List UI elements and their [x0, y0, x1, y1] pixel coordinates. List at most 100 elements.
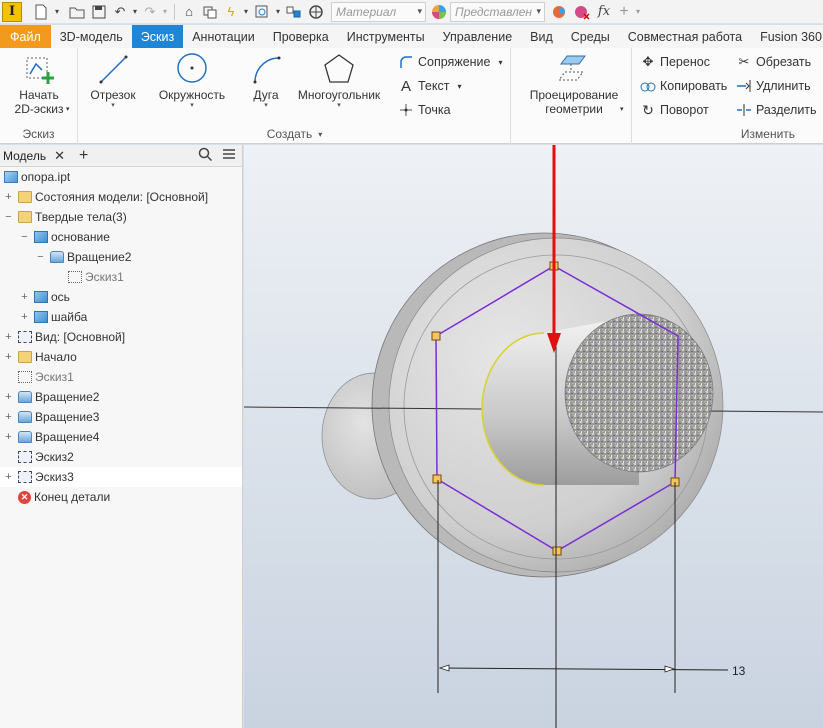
tree-item-sketch1[interactable]: Эскиз1	[0, 367, 242, 387]
fillet-label: Сопряжение	[418, 55, 491, 69]
measure-icon[interactable]	[251, 2, 273, 22]
shaft-end-face[interactable]	[564, 313, 714, 473]
tab-sketch[interactable]: Эскиз	[131, 25, 184, 48]
rotate-button[interactable]: ↻ Поворот	[639, 101, 709, 119]
create-group-label[interactable]: Создать ▾	[79, 127, 510, 141]
arc-button[interactable]: Дуга ▾	[243, 52, 289, 110]
expand-icon[interactable]: +	[20, 291, 29, 302]
tree-item-revolve3[interactable]: + Вращение3	[0, 407, 242, 427]
collapse-icon[interactable]: −	[36, 251, 45, 262]
tab-file[interactable]: Файл	[0, 25, 51, 48]
text-button[interactable]: A Текст ▾	[397, 77, 462, 95]
point-label: Точка	[418, 103, 451, 117]
expand-icon[interactable]: +	[4, 471, 13, 482]
tree-item-sketch1-nested[interactable]: Эскиз1	[0, 267, 242, 287]
menu-icon[interactable]	[222, 147, 236, 164]
tree-item-revolve2[interactable]: + Вращение2	[0, 387, 242, 407]
close-icon[interactable]: ✕	[54, 148, 65, 164]
undo-dropdown-icon[interactable]: ▾	[130, 2, 140, 22]
tab-3d-model[interactable]: 3D-модель	[51, 25, 132, 48]
customize-dropdown-icon[interactable]: ▾	[633, 2, 643, 22]
sketch-point[interactable]	[431, 331, 441, 341]
sketch-point[interactable]	[552, 546, 562, 556]
tab-view[interactable]: Вид	[521, 25, 562, 48]
tree-item-end-of-part[interactable]: ✕ Конец детали	[0, 487, 242, 507]
search-icon[interactable]	[198, 147, 213, 164]
add-icon[interactable]: +	[615, 2, 633, 22]
redo-dropdown-icon[interactable]: ▾	[160, 2, 170, 22]
dimension-line[interactable]	[439, 667, 729, 671]
tab-environments[interactable]: Среды	[562, 25, 619, 48]
update-icon[interactable]: ϟ	[221, 2, 241, 22]
graphics-viewport[interactable]: 13	[244, 145, 823, 728]
undo-icon[interactable]: ↶	[110, 2, 130, 22]
appearance-wheel-icon[interactable]	[428, 2, 450, 22]
chevron-down-icon: ▾	[318, 129, 323, 139]
trim-button[interactable]: ✂ Обрезать	[735, 53, 812, 71]
app-logo[interactable]: I	[2, 1, 22, 22]
sketch-point[interactable]	[432, 474, 442, 484]
expand-icon[interactable]: +	[4, 191, 13, 202]
tree-item-body-base[interactable]: − основание	[0, 227, 242, 247]
dimension-value[interactable]: 13	[732, 664, 746, 678]
split-button[interactable]: Разделить	[735, 101, 817, 119]
tree-item-revolve4[interactable]: + Вращение4	[0, 427, 242, 447]
extend-button[interactable]: Удлинить	[735, 77, 811, 95]
expand-icon[interactable]: +	[4, 411, 13, 422]
tab-annotate[interactable]: Аннотации	[183, 25, 263, 48]
clear-appearance-icon[interactable]	[571, 2, 593, 22]
move-button[interactable]: ✥ Перенос	[639, 53, 710, 71]
collapse-icon[interactable]: −	[20, 231, 29, 242]
tree-item-solid-bodies[interactable]: − Твердые тела(3)	[0, 207, 242, 227]
select-filter-icon[interactable]	[283, 2, 305, 22]
appearance-select[interactable]: Представлен ▾	[450, 1, 545, 22]
tree-item-body-washer[interactable]: + шайба	[0, 307, 242, 327]
material-select[interactable]: Материал ▾	[331, 1, 426, 22]
new-dropdown-icon[interactable]: ▾	[52, 2, 62, 22]
tree-item-sketch2[interactable]: Эскиз2	[0, 447, 242, 467]
polygon-button[interactable]: Многоугольник ▾	[293, 52, 385, 110]
start-sketch-dropdown-icon[interactable]: ▾	[66, 100, 70, 118]
expand-icon[interactable]: +	[4, 351, 13, 362]
copy-button[interactable]: Копировать	[639, 77, 727, 95]
project-dropdown-icon[interactable]: ▾	[620, 100, 624, 118]
expand-icon[interactable]: +	[4, 431, 13, 442]
tab-fusion360[interactable]: Fusion 360	[751, 25, 823, 48]
browser-tab-model[interactable]: Модель	[3, 149, 46, 163]
expand-icon[interactable]: +	[4, 331, 13, 342]
add-browser-icon[interactable]: +	[79, 147, 88, 165]
tree-item-origin[interactable]: + Начало	[0, 347, 242, 367]
expand-icon[interactable]: +	[4, 391, 13, 402]
sketch-icon	[18, 451, 32, 463]
project-geometry-button[interactable]: Проецирование геометрии	[526, 52, 622, 116]
collapse-icon[interactable]: −	[4, 211, 13, 222]
fillet-button[interactable]: Сопряжение ▾	[397, 53, 503, 71]
tab-inspect[interactable]: Проверка	[264, 25, 338, 48]
expand-icon[interactable]: +	[20, 311, 29, 322]
measure-dropdown-icon[interactable]: ▾	[273, 2, 283, 22]
redo-icon[interactable]: ↷	[140, 2, 160, 22]
home-icon[interactable]: ⌂	[179, 2, 199, 22]
tree-item-view[interactable]: + Вид: [Основной]	[0, 327, 242, 347]
tree-item-model-states[interactable]: + Состояния модели: [Основной]	[0, 187, 242, 207]
move-icon: ✥	[642, 54, 654, 69]
update-dropdown-icon[interactable]: ▾	[241, 2, 251, 22]
adjust-appearance-icon[interactable]	[549, 2, 571, 22]
open-folder-icon[interactable]	[66, 2, 88, 22]
return-icon[interactable]	[199, 2, 221, 22]
tree-item-part[interactable]: опора.ipt	[0, 167, 242, 187]
tree-item-revolve2-body[interactable]: − Вращение2	[0, 247, 242, 267]
parameters-fx-icon[interactable]: fx	[593, 2, 615, 22]
start-2d-sketch-button[interactable]: Начать 2D-эскиз	[8, 52, 70, 116]
display-settings-icon[interactable]	[305, 2, 327, 22]
point-button[interactable]: Точка	[397, 101, 451, 119]
tab-manage[interactable]: Управление	[434, 25, 522, 48]
circle-button[interactable]: Окружность ▾	[153, 52, 231, 110]
tree-item-sketch3[interactable]: + Эскиз3	[0, 467, 242, 487]
tab-tools[interactable]: Инструменты	[338, 25, 434, 48]
save-icon[interactable]	[88, 2, 110, 22]
new-file-icon[interactable]	[30, 2, 52, 22]
tree-item-body-axis[interactable]: + ось	[0, 287, 242, 307]
line-button[interactable]: Отрезок ▾	[87, 52, 139, 110]
tab-collaborate[interactable]: Совместная работа	[619, 25, 751, 48]
